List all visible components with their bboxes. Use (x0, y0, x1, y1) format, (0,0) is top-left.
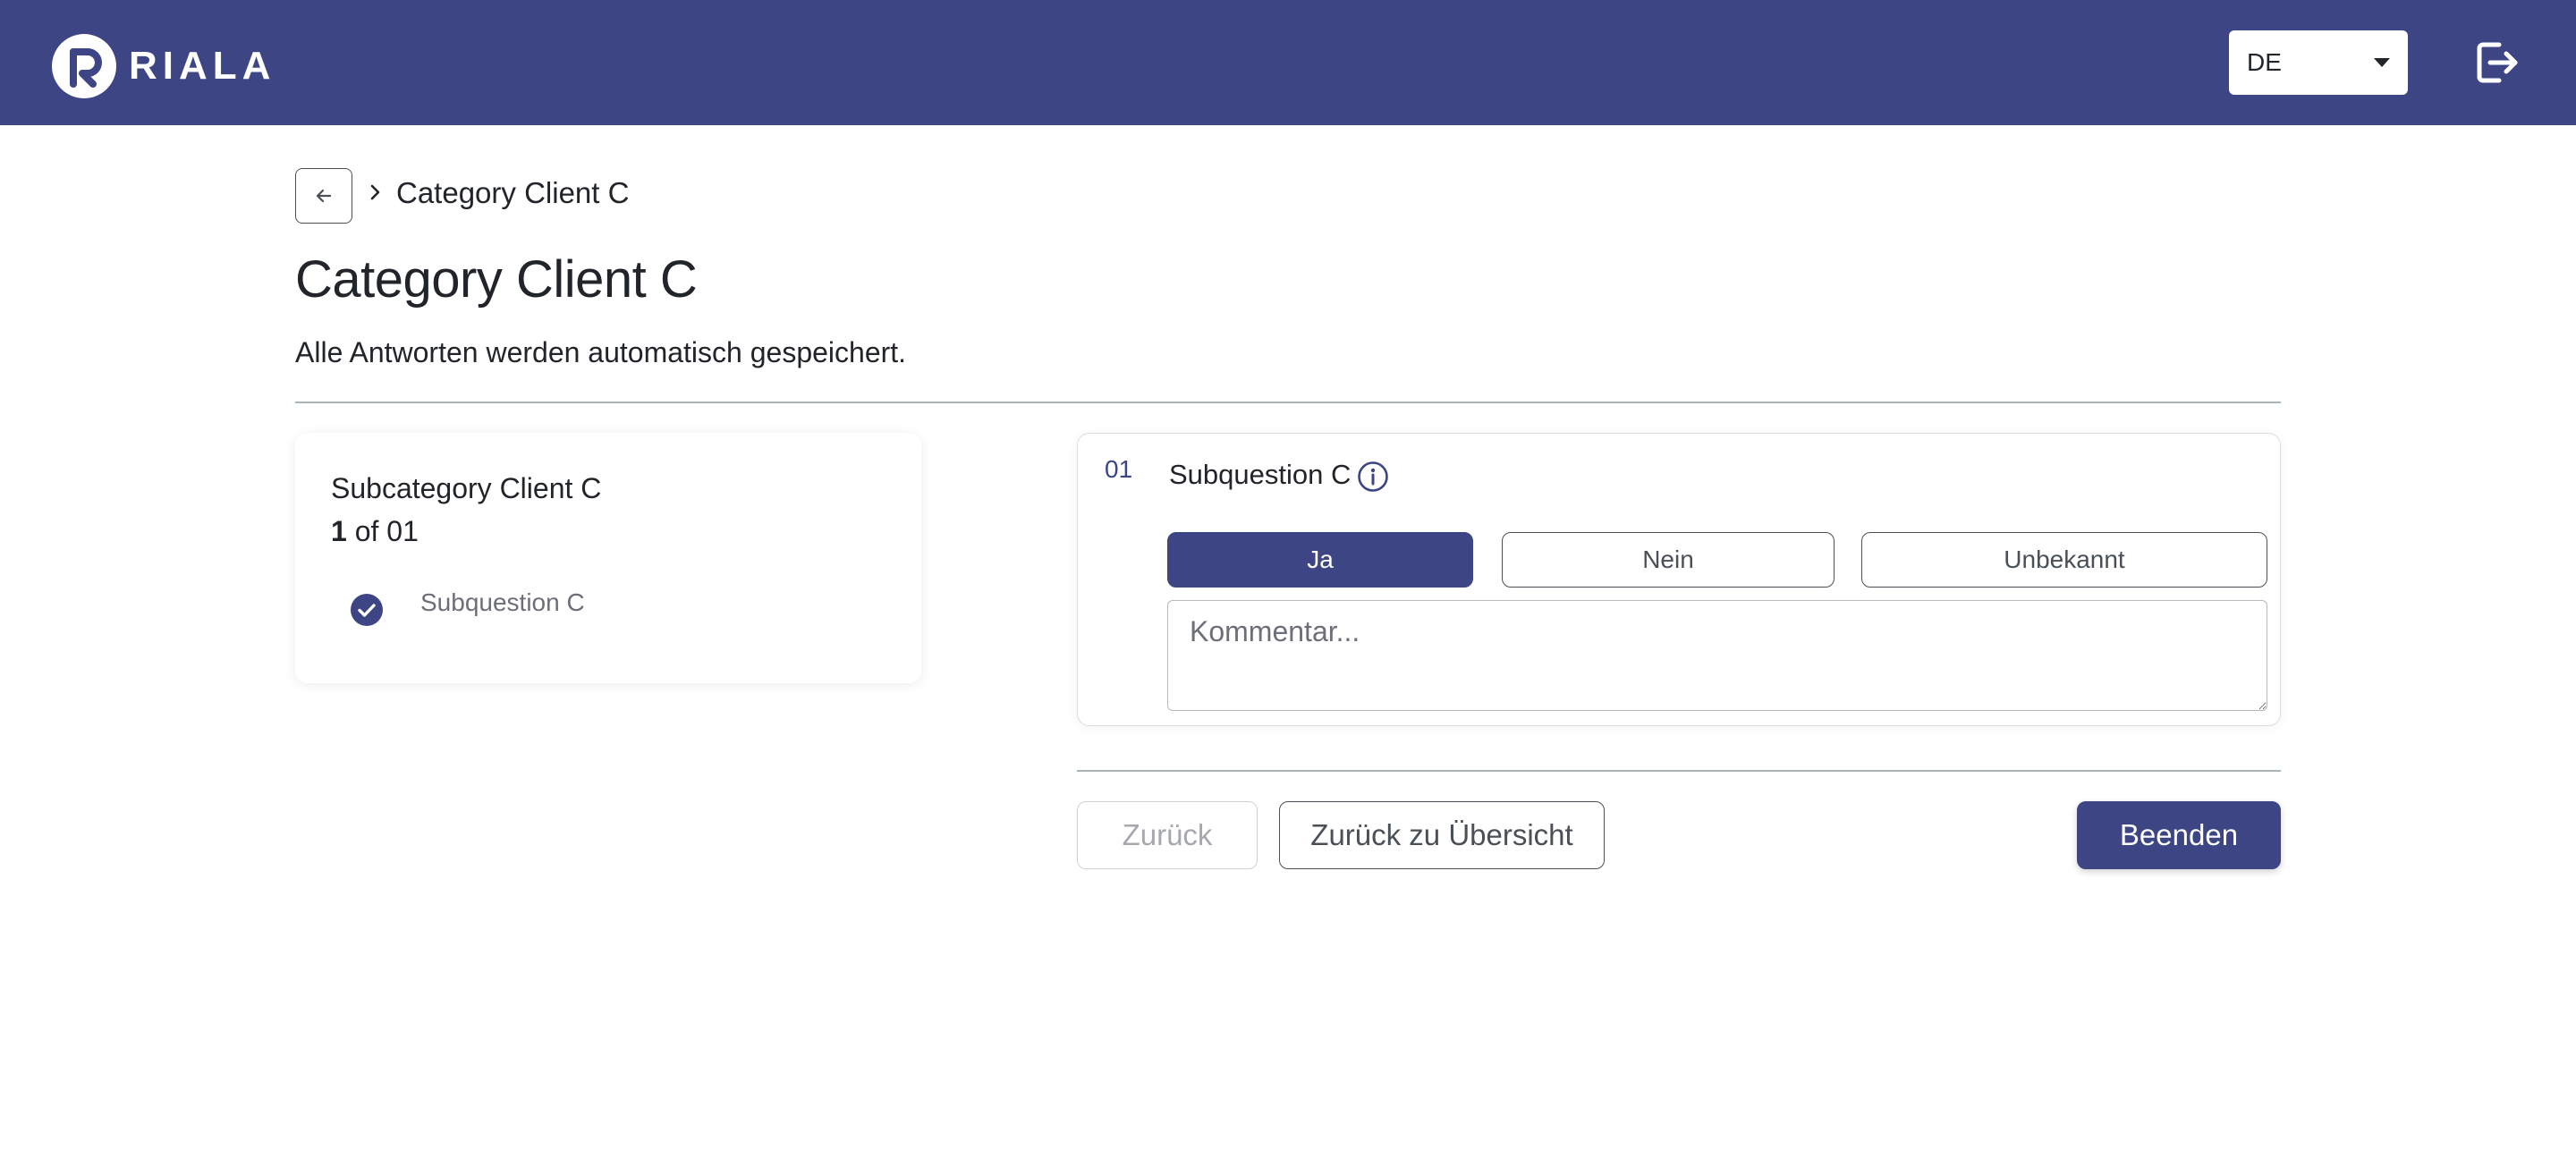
check-circle-icon (351, 594, 383, 626)
comment-input[interactable] (1167, 600, 2267, 711)
app-header: RIALA DE (0, 0, 2576, 125)
language-value: DE (2247, 48, 2282, 76)
language-select[interactable]: DE (2229, 30, 2408, 95)
info-icon[interactable] (1357, 461, 1389, 493)
back-to-overview-button[interactable]: Zurück zu Übersicht (1279, 801, 1605, 869)
prev-button[interactable]: Zurück (1077, 801, 1258, 869)
back-button[interactable] (295, 168, 352, 224)
sidebar-item-subquestion[interactable]: Subquestion C (420, 587, 585, 619)
finish-button[interactable]: Beenden (2077, 801, 2281, 869)
logo-icon (52, 34, 116, 98)
caret-down-icon (2374, 58, 2390, 67)
answer-nein-button[interactable]: Nein (1502, 532, 1835, 588)
breadcrumb-current[interactable]: Category Client C (396, 175, 629, 211)
progress-counter: 1 of 01 (331, 513, 419, 549)
question-number: 01 (1105, 455, 1133, 483)
answer-ja-button[interactable]: Ja (1167, 532, 1473, 588)
question-card: 01 Subquestion C Ja Nein Unbekannt (1077, 433, 2281, 726)
divider (1077, 770, 2281, 772)
divider (295, 402, 2281, 403)
answer-unbekannt-button[interactable]: Unbekannt (1861, 532, 2267, 588)
subcategory-panel: Subcategory Client C 1 of 01 Subquestion… (295, 433, 921, 683)
page-title: Category Client C (295, 250, 698, 309)
progress-current: 1 (331, 515, 347, 547)
logout-icon[interactable] (2472, 38, 2522, 88)
question-title: Subquestion C (1169, 459, 1352, 490)
arrow-left-icon (316, 189, 332, 203)
progress-total: of 01 (346, 515, 419, 547)
brand-logo[interactable]: RIALA (52, 34, 275, 98)
chevron-right-icon (370, 184, 380, 200)
autosave-note: Alle Antworten werden automatisch gespei… (295, 336, 907, 368)
brand-name: RIALA (129, 44, 276, 88)
subcategory-title: Subcategory Client C (331, 472, 602, 504)
